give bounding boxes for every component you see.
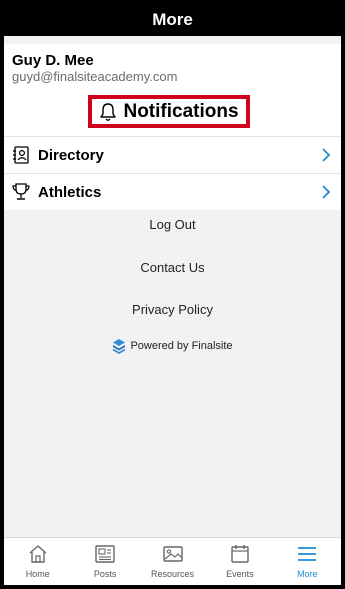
tab-bar: Home Posts Resources Events More bbox=[4, 537, 341, 585]
profile-name: Guy D. Mee bbox=[12, 52, 94, 69]
powered-by[interactable]: Powered by Finalsite bbox=[4, 338, 341, 354]
tab-resources[interactable]: Resources bbox=[139, 538, 206, 585]
chevron-right-icon bbox=[322, 148, 331, 162]
tab-posts[interactable]: Posts bbox=[71, 538, 138, 585]
notifications-label: Notifications bbox=[123, 100, 239, 122]
nav-bar: More bbox=[4, 4, 341, 36]
bell-icon bbox=[100, 102, 117, 121]
notifications-button[interactable]: Notifications bbox=[88, 95, 250, 128]
menu-icon bbox=[298, 547, 317, 561]
home-icon bbox=[29, 545, 47, 563]
finalsite-logo-icon bbox=[113, 339, 126, 354]
resources-icon bbox=[162, 546, 183, 562]
tab-home[interactable]: Home bbox=[4, 538, 71, 585]
contact-us-link[interactable]: Contact Us bbox=[4, 260, 341, 275]
profile-email: guyd@finalsiteacademy.com bbox=[12, 69, 178, 84]
tab-more[interactable]: More bbox=[274, 538, 341, 585]
chevron-right-icon bbox=[322, 185, 331, 199]
page-title: More bbox=[152, 10, 193, 29]
tab-label: Posts bbox=[93, 569, 117, 579]
app-screen: More Guy D. Mee guyd@finalsiteacademy.co… bbox=[4, 4, 341, 585]
tab-label: Home bbox=[25, 569, 50, 579]
menu-list: Directory Athletics bbox=[4, 136, 341, 210]
menu-item-label: Directory bbox=[38, 146, 104, 164]
menu-item-directory[interactable]: Directory bbox=[4, 136, 341, 173]
menu-item-label: Athletics bbox=[38, 183, 102, 201]
posts-icon bbox=[95, 545, 115, 563]
directory-icon bbox=[13, 146, 29, 164]
profile-card: Guy D. Mee guyd@finalsiteacademy.com Not… bbox=[4, 44, 341, 136]
menu-item-athletics[interactable]: Athletics bbox=[4, 173, 341, 210]
tab-label: Resources bbox=[151, 569, 195, 579]
logout-link[interactable]: Log Out bbox=[4, 217, 341, 232]
calendar-icon bbox=[231, 545, 249, 563]
tab-label: Events bbox=[226, 569, 254, 579]
powered-by-label: Powered by Finalsite bbox=[130, 340, 233, 352]
privacy-policy-link[interactable]: Privacy Policy bbox=[4, 302, 341, 317]
tab-events[interactable]: Events bbox=[206, 538, 273, 585]
trophy-icon bbox=[12, 183, 30, 200]
tab-label: More bbox=[297, 569, 318, 579]
